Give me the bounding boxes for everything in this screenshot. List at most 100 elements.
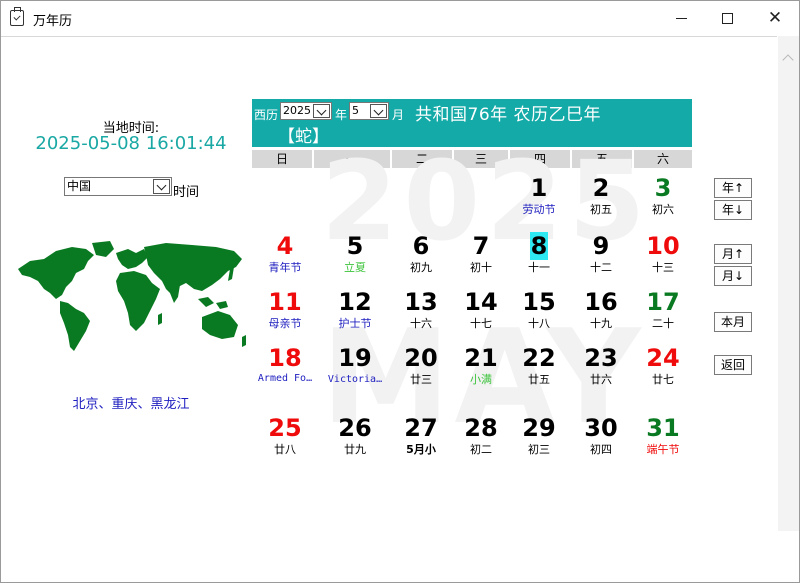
day-cell-17[interactable]: 17 二十 — [632, 287, 694, 347]
day-cell-13[interactable]: 13 十六 — [390, 287, 452, 347]
day-cell-31[interactable]: 31 端午节 — [632, 413, 694, 473]
chevron-down-icon[interactable] — [313, 104, 330, 118]
day-cell-10[interactable]: 10 十三 — [632, 231, 694, 291]
day-number: 18 — [268, 344, 302, 372]
chevron-down-icon[interactable] — [153, 179, 170, 194]
day-cell-6[interactable]: 6 初九 — [390, 231, 452, 291]
lunar-or-festival-label: 廿六 — [590, 373, 612, 386]
day-cell-29[interactable]: 29 初三 — [508, 413, 570, 473]
day-number: 9 — [592, 232, 610, 260]
day-number: 14 — [464, 288, 498, 316]
month-select[interactable]: 5 — [349, 102, 389, 120]
day-cell-15[interactable]: 15 十八 — [508, 287, 570, 347]
close-button[interactable]: ✕ — [752, 1, 798, 35]
australia-shape — [202, 311, 238, 339]
scroll-up-icon[interactable] — [782, 54, 794, 62]
country-select[interactable]: 中国 — [64, 177, 172, 196]
minimize-button[interactable] — [658, 1, 704, 35]
day-number: 23 — [584, 344, 618, 372]
day-cell-27[interactable]: 27 5月小 — [390, 413, 452, 473]
day-cell-11[interactable]: 11 母亲节 — [254, 287, 316, 347]
lunar-or-festival-label: 廿七 — [652, 373, 674, 386]
lunar-or-festival-label: 初三 — [528, 443, 550, 456]
vertical-scrollbar[interactable] — [778, 36, 799, 531]
weekday-sun: 日 — [252, 150, 312, 168]
year-select[interactable]: 2025 — [280, 102, 332, 120]
year-suffix: 年 — [335, 108, 348, 122]
calendar-clipboard-icon — [10, 7, 24, 26]
lunar-or-festival-label: 初六 — [652, 203, 674, 216]
window-title: 万年历 — [33, 14, 73, 29]
day-cell-24[interactable]: 24 廿七 — [632, 343, 694, 403]
day-number: 29 — [522, 414, 556, 442]
day-cell-5[interactable]: 5 立夏 — [324, 231, 386, 291]
title-bar[interactable]: 万年历 ✕ — [1, 1, 799, 35]
day-number: 19 — [338, 344, 372, 372]
day-cell-28[interactable]: 28 初二 — [450, 413, 512, 473]
day-number: 24 — [646, 344, 680, 372]
day-cell-1[interactable]: 1 劳动节 — [508, 173, 570, 233]
day-cell-19[interactable]: 19 Victoria… — [324, 343, 386, 403]
lunar-or-festival-label: 廿九 — [344, 443, 366, 456]
day-cell-9[interactable]: 9 十二 — [570, 231, 632, 291]
day-cell-22[interactable]: 22 廿五 — [508, 343, 570, 403]
window-bottom — [1, 531, 799, 582]
lunar-or-festival-label: 5月小 — [406, 443, 436, 456]
day-number: 27 — [404, 414, 438, 442]
month-down-button[interactable]: 月↓ — [714, 266, 752, 286]
southeast-asia-shape — [198, 297, 228, 309]
day-cell-16[interactable]: 16 十九 — [570, 287, 632, 347]
lunar-or-festival-label: 小满 — [470, 373, 492, 386]
greenland-shape — [92, 241, 114, 257]
day-cell-21[interactable]: 21 小满 — [450, 343, 512, 403]
day-number: 13 — [404, 288, 438, 316]
lunar-or-festival-label: 二十 — [652, 317, 674, 330]
day-number: 21 — [464, 344, 498, 372]
lunar-or-festival-label: 初九 — [410, 261, 432, 274]
day-cell-18[interactable]: 18 Armed Fo… — [254, 343, 316, 403]
day-cell-20[interactable]: 20 廿三 — [390, 343, 452, 403]
day-cell-30[interactable]: 30 初四 — [570, 413, 632, 473]
year-down-button[interactable]: 年↓ — [714, 200, 752, 220]
day-cell-4[interactable]: 4 青年节 — [254, 231, 316, 291]
africa-shape — [116, 271, 160, 331]
day-cell-2[interactable]: 2 初五 — [570, 173, 632, 233]
day-number: 6 — [412, 232, 430, 260]
india-shape — [170, 283, 180, 303]
republic-lunar-year-title: 共和国76年 农历乙巳年 — [415, 105, 602, 125]
day-number: 31 — [646, 414, 680, 442]
day-cell-26[interactable]: 26 廿九 — [324, 413, 386, 473]
day-cell-3[interactable]: 3 初六 — [632, 173, 694, 233]
day-cell-14[interactable]: 14 十七 — [450, 287, 512, 347]
day-number: 28 — [464, 414, 498, 442]
day-cell-25[interactable]: 25 廿八 — [254, 413, 316, 473]
day-number: 7 — [472, 232, 490, 260]
day-cell-12[interactable]: 12 护士节 — [324, 287, 386, 347]
day-number: 16 — [584, 288, 618, 316]
country-dropdown[interactable]: 中国 — [64, 177, 172, 196]
day-number: 30 — [584, 414, 618, 442]
lunar-or-festival-label: 护士节 — [338, 317, 372, 330]
month-value: 5 — [352, 104, 359, 117]
this-month-button[interactable]: 本月 — [714, 312, 752, 332]
day-cell-7[interactable]: 7 初十 — [450, 231, 512, 291]
day-number: 2 — [592, 174, 610, 202]
lunar-or-festival-label: 初五 — [590, 203, 612, 216]
day-cell-23[interactable]: 23 廿六 — [570, 343, 632, 403]
lunar-or-festival-label: 十九 — [590, 317, 612, 330]
maximize-button[interactable] — [704, 1, 750, 35]
prev-year-up-button[interactable]: 年↑ — [714, 178, 752, 198]
chevron-down-icon[interactable] — [370, 104, 387, 118]
north-america-shape — [18, 247, 94, 299]
month-up-button[interactable]: 月↑ — [714, 244, 752, 264]
new-zealand-shape — [242, 335, 246, 347]
day-number: 1 — [530, 174, 548, 202]
day-cell-8[interactable]: 8 十一 — [508, 231, 570, 291]
lunar-or-festival-label: 廿八 — [274, 443, 296, 456]
lunar-or-festival-label: 十一 — [528, 261, 550, 274]
lunar-or-festival-label: 母亲节 — [268, 317, 302, 330]
lunar-or-festival-label: 十七 — [470, 317, 492, 330]
south-america-shape — [60, 301, 90, 351]
lunar-or-festival-label: Armed Fo… — [257, 373, 313, 384]
back-button[interactable]: 返回 — [714, 355, 752, 375]
